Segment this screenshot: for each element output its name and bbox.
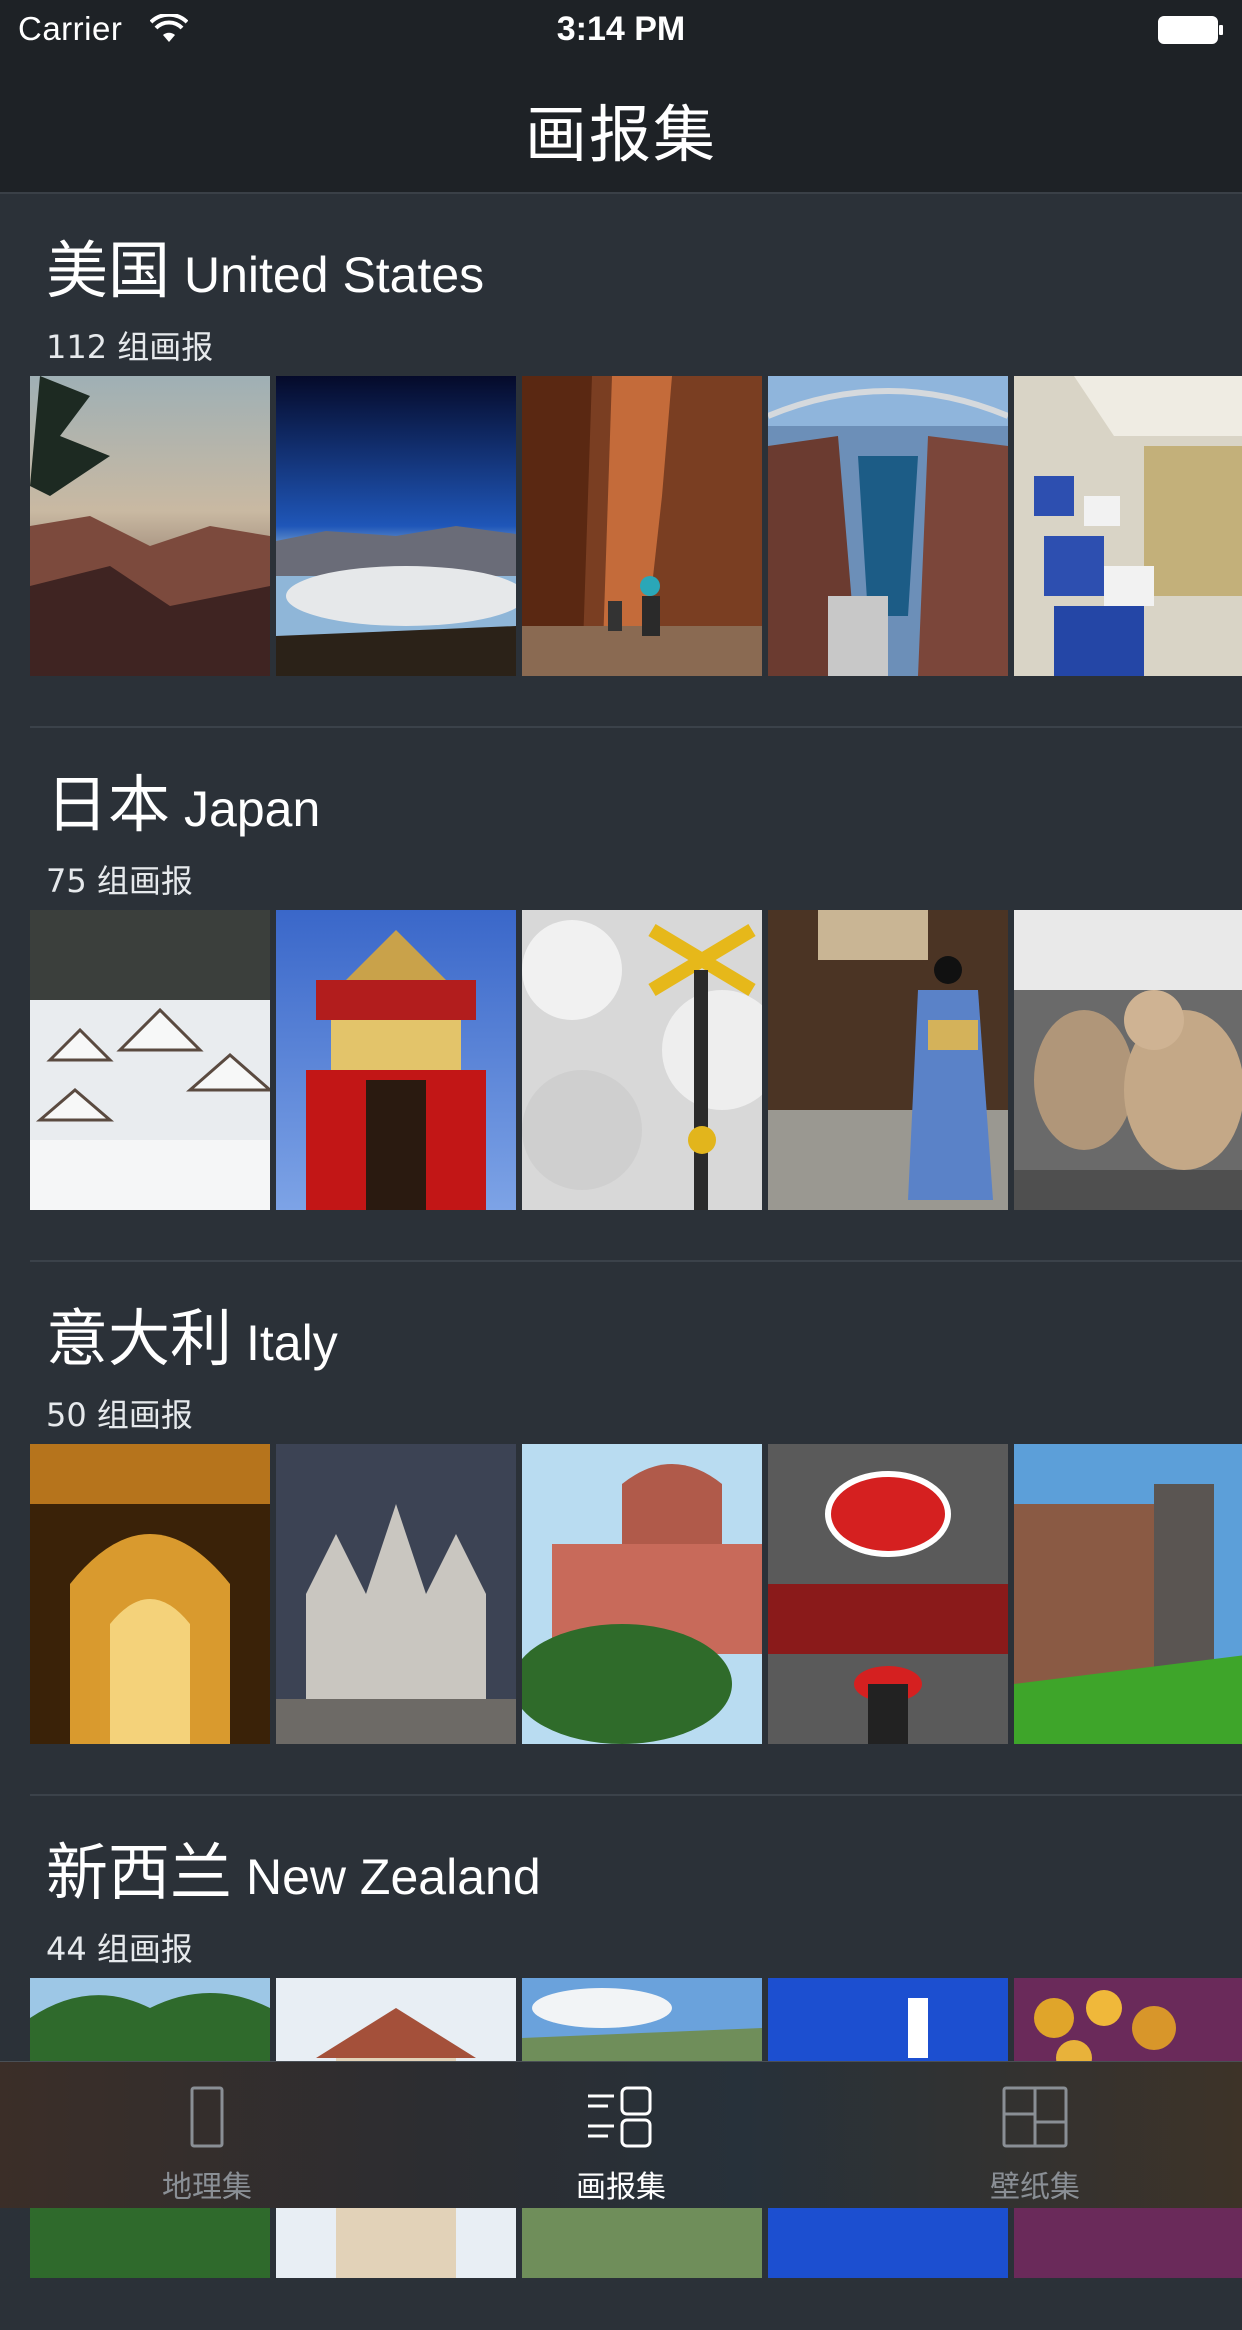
section-title: 意大利 Italy: [46, 1288, 338, 1378]
death-valley-photo[interactable]: [276, 376, 516, 676]
hoover-dam-bridge-photo[interactable]: [768, 376, 1008, 676]
section-title-en: New Zealand: [246, 1849, 541, 1905]
status-time: 3:14 PM: [556, 10, 686, 48]
navigation-header: Carrier 3:14 PM 画报集: [0, 0, 1242, 194]
tab-label: 壁纸集: [990, 2170, 1080, 2205]
photo-strip[interactable]: [30, 910, 1242, 1210]
section-japan[interactable]: 日本 Japan 75 组画报: [0, 728, 1242, 1262]
tab-geography[interactable]: 地理集: [0, 2062, 414, 2208]
snow-monkeys-photo[interactable]: [1014, 910, 1242, 1210]
section-title-zh: 意大利: [46, 1302, 233, 1375]
photo-strip[interactable]: [30, 376, 1242, 676]
tab-wallpaper[interactable]: 壁纸集: [828, 2062, 1242, 2208]
sforza-castle-photo[interactable]: [1014, 1444, 1242, 1744]
festival-float-photo[interactable]: [276, 910, 516, 1210]
page-title: 画报集: [524, 98, 717, 171]
galleria-photo[interactable]: [30, 1444, 270, 1744]
tab-pictorial[interactable]: 画报集: [414, 2062, 828, 2208]
section-italy[interactable]: 意大利 Italy 50 组画报: [0, 1262, 1242, 1796]
church-dome-photo[interactable]: [522, 1444, 762, 1744]
section-title-en: Japan: [184, 781, 321, 837]
geography-icon: [190, 2086, 224, 2148]
section-count: 112 组画报: [46, 328, 214, 366]
train-car-photo[interactable]: [1014, 376, 1242, 676]
section-title-en: United States: [184, 247, 485, 303]
pictorial-list-icon: [588, 2086, 652, 2148]
section-united-states[interactable]: 美国 United States 112 组画报: [0, 194, 1242, 728]
tab-bar: 地理集 画报集 壁纸集: [0, 2061, 1242, 2208]
snowy-village-photo[interactable]: [30, 910, 270, 1210]
battery-icon: [1158, 16, 1223, 44]
status-bar: Carrier 3:14 PM: [0, 0, 1242, 60]
zion-narrows-photo[interactable]: [522, 376, 762, 676]
section-title: 日本 Japan: [46, 754, 320, 844]
section-count: 44 组画报: [46, 1930, 193, 1968]
section-count: 75 组画报: [46, 862, 193, 900]
tab-label: 画报集: [576, 2170, 666, 2205]
section-title-en: Italy: [246, 1315, 338, 1371]
milan-cathedral-photo[interactable]: [276, 1444, 516, 1744]
section-title: 美国 United States: [46, 220, 484, 310]
photo-strip[interactable]: [30, 1444, 1242, 1744]
section-count: 50 组画报: [46, 1396, 193, 1434]
railroad-crossing-photo[interactable]: [522, 910, 762, 1210]
section-title-zh: 美国: [46, 234, 171, 307]
grand-canyon-photo[interactable]: [30, 376, 270, 676]
section-title-zh: 新西兰: [46, 1836, 233, 1909]
section-title-zh: 日本: [46, 768, 171, 841]
ac-milan-locker-photo[interactable]: [768, 1444, 1008, 1744]
tab-label: 地理集: [162, 2170, 252, 2205]
wallpaper-grid-icon: [1002, 2086, 1068, 2148]
section-title: 新西兰 New Zealand: [46, 1822, 541, 1912]
kimono-girl-photo[interactable]: [768, 910, 1008, 1210]
